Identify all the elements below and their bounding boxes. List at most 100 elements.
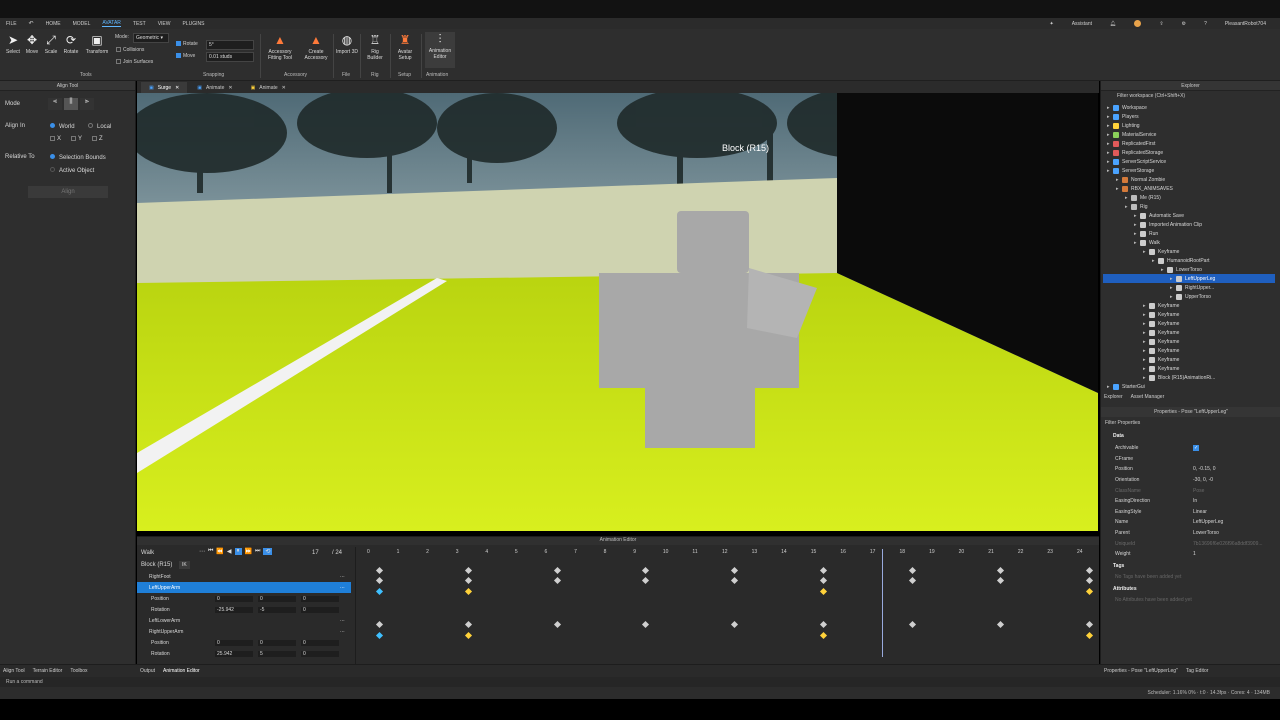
keyframe-marker[interactable] (1085, 566, 1094, 575)
create-accessory-button[interactable]: ▲ Create Accessory (300, 33, 332, 61)
explorer-item[interactable]: ▸ MaterialService (1103, 130, 1275, 139)
track-z-field[interactable]: 0 (301, 606, 339, 613)
animation-editor-button[interactable]: ⫶ Animation Editor (425, 32, 455, 68)
keyframe-marker[interactable] (730, 620, 739, 629)
explorer-item[interactable]: ▸ LeftUpperLeg (1103, 274, 1275, 283)
explorer-item[interactable]: ▸ Keyframe (1103, 328, 1275, 337)
keyframe-marker[interactable] (997, 620, 1005, 629)
skip-start-icon[interactable]: ⏮ (208, 548, 213, 555)
explorer-item[interactable]: ▸ Players (1103, 112, 1275, 121)
align-center-button[interactable]: ⫼ (64, 98, 78, 110)
explorer-item[interactable]: ▸ Keyframe (1103, 355, 1275, 364)
property-value[interactable]: ✓ (1193, 445, 1200, 452)
keyframe-marker[interactable] (730, 576, 739, 585)
property-value[interactable]: 1 (1193, 551, 1196, 557)
explorer-filter-input[interactable]: Filter workspace (Ctrl+Shift+X) (1117, 93, 1185, 99)
property-row[interactable]: Archivable ✓ (1101, 443, 1280, 454)
keyframe-marker[interactable] (819, 576, 827, 585)
track-z-field[interactable]: 0 (301, 595, 339, 602)
tab-animation-editor[interactable]: Animation Editor (163, 668, 200, 674)
explorer-item[interactable]: ▸ ServerScriptService (1103, 157, 1275, 166)
keyframe-marker[interactable] (375, 620, 384, 629)
property-row[interactable]: Position 0, -0.15, 0 (1101, 464, 1280, 475)
explorer-item[interactable]: ▸ Keyframe (1103, 346, 1275, 355)
property-value[interactable]: In (1193, 498, 1197, 504)
keyframe-marker[interactable] (730, 566, 739, 575)
property-value[interactable]: LowerTorso (1193, 530, 1219, 536)
explorer-item[interactable]: ▸ LowerTorso (1103, 265, 1275, 274)
track-row[interactable]: LeftLowerArm ⋯ (137, 615, 351, 626)
menu-avatar[interactable]: AVATAR (102, 20, 121, 27)
share-icon[interactable]: ⇪ (1159, 21, 1163, 27)
tab-animate-2[interactable]: ▣ Animate ✕ (243, 82, 294, 93)
keyframe-marker[interactable] (1085, 620, 1094, 629)
property-row[interactable]: Parent LowerTorso (1101, 528, 1280, 539)
accessory-fitting-button[interactable]: ▲ Accessory Fitting Tool (264, 33, 296, 61)
tab-explorer[interactable]: Explorer (1104, 394, 1123, 400)
track-z-field[interactable]: 0 (301, 639, 339, 646)
track-y-field[interactable]: 0 (258, 595, 296, 602)
menu-file[interactable]: FILE (6, 21, 17, 27)
explorer-item[interactable]: ▸ Keyframe (1103, 364, 1275, 373)
track-menu-icon[interactable]: ⋯ (340, 618, 345, 624)
keyframe-marker[interactable] (464, 587, 472, 596)
keyframe-area[interactable] (367, 559, 1094, 659)
keyframe-marker[interactable] (464, 576, 472, 585)
loop-icon[interactable]: ⟲ (263, 548, 273, 555)
explorer-item[interactable]: ▸ Workspace (1103, 103, 1275, 112)
track-z-field[interactable]: 0 (301, 650, 339, 657)
avatar[interactable] (1134, 20, 1142, 27)
explorer-item[interactable]: ▸ HumanoidRootPart (1103, 256, 1275, 265)
keyframe-marker[interactable] (819, 620, 827, 629)
track-x-field[interactable]: 25.942 (215, 650, 253, 657)
pause-icon[interactable]: ⏸ (234, 548, 242, 555)
x-axis-checkbox[interactable]: X (50, 136, 61, 142)
track-y-field[interactable]: -5 (258, 606, 296, 613)
property-row[interactable]: Name LeftUpperLeg (1101, 517, 1280, 528)
explorer-item[interactable]: ▸ UpperTorso (1103, 292, 1275, 301)
assistant-button[interactable]: Assistant (1072, 21, 1092, 27)
explorer-item[interactable]: ▸ StarterGui (1103, 382, 1275, 391)
property-row[interactable]: EasingStyle Linear (1101, 507, 1280, 518)
y-axis-checkbox[interactable]: Y (71, 136, 82, 142)
move-snap-toggle[interactable]: Move (176, 53, 195, 59)
explorer-item[interactable]: ▸ Keyframe (1103, 301, 1275, 310)
track-row[interactable]: RightFoot ⋯ (137, 571, 351, 582)
clip-name[interactable]: Walk (141, 550, 154, 556)
menu-home[interactable]: HOME (46, 21, 61, 27)
selection-bounds-radio[interactable]: Selection Bounds (50, 154, 106, 161)
keyframe-marker[interactable] (553, 576, 561, 585)
join-surfaces-toggle[interactable]: Join Surfaces (116, 59, 153, 65)
active-object-radio[interactable]: Active Object (50, 167, 94, 174)
play-reverse-icon[interactable]: ◀ (227, 548, 232, 555)
tab-tag-editor[interactable]: Tag Editor (1186, 668, 1209, 674)
skip-end-icon[interactable]: ⏭ (255, 548, 260, 555)
property-value[interactable]: Pose (1193, 488, 1204, 494)
next-key-icon[interactable]: ⏩ (245, 548, 252, 555)
property-value[interactable]: 7b13696f6e026f96a8ddf3909... (1193, 541, 1263, 547)
keyframe-marker[interactable] (908, 620, 916, 629)
track-y-field[interactable]: 0 (258, 639, 296, 646)
join-surfaces-checkbox[interactable] (116, 59, 121, 65)
explorer-item[interactable]: ▸ ServerStorage (1103, 166, 1275, 175)
keyframe-marker[interactable] (464, 620, 472, 629)
help-icon[interactable]: ? (1204, 21, 1207, 27)
explorer-item[interactable]: ▸ Normal Zombie (1103, 175, 1275, 184)
tab-properties[interactable]: Properties - Pose "LeftUpperLeg" (1104, 668, 1178, 674)
keyframe-marker[interactable] (375, 576, 384, 585)
command-input[interactable]: Run a command (6, 679, 43, 685)
more-icon[interactable]: ⋯ (199, 548, 205, 555)
track-menu-icon[interactable]: ⋯ (340, 629, 345, 635)
keyframe-marker[interactable] (375, 587, 384, 596)
collisions-toggle[interactable]: Collisions (116, 47, 144, 53)
keyframe-marker[interactable] (1085, 587, 1094, 596)
property-row[interactable]: ClassName Pose (1101, 485, 1280, 496)
explorer-item[interactable]: ▸ Keyframe (1103, 337, 1275, 346)
rotate-snap-input[interactable]: 5° (206, 40, 254, 50)
align-button[interactable]: Align (28, 186, 108, 198)
track-y-field[interactable]: 5 (258, 650, 296, 657)
property-row[interactable]: Orientation -30, 0, -0 (1101, 475, 1280, 486)
local-radio[interactable]: Local (88, 123, 111, 130)
undo-icon[interactable]: ↶ (29, 20, 34, 27)
tab-align-tool[interactable]: Align Tool (3, 668, 25, 674)
